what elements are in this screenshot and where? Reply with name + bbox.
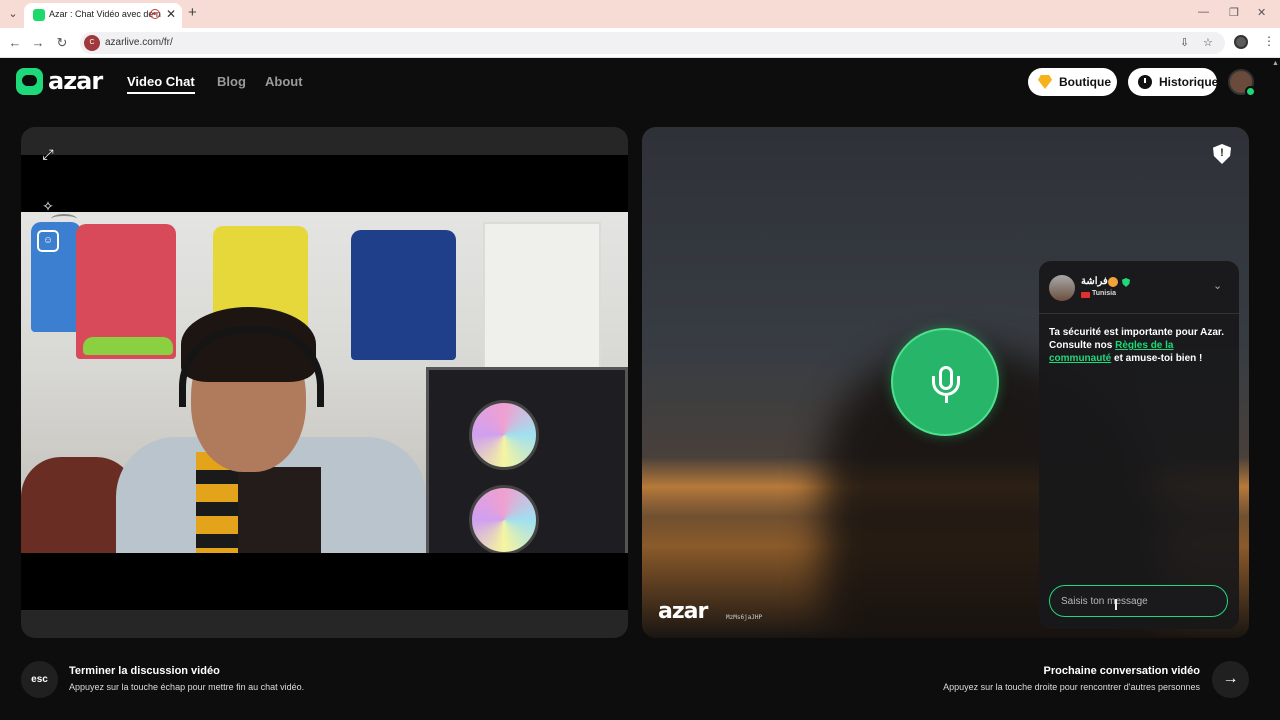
- microphone-icon-arc: [932, 376, 960, 396]
- system-message: Ta sécurité est importante pour Azar. Co…: [1049, 326, 1229, 365]
- page-scrollbar[interactable]: [1271, 58, 1280, 720]
- magic-wand-icon[interactable]: ✧: [37, 195, 59, 217]
- video-rgb-fan: [469, 485, 539, 553]
- video-person-tshirt: [236, 467, 321, 553]
- new-tab-plus-icon[interactable]: +: [188, 4, 197, 21]
- forward-icon[interactable]: →: [30, 35, 46, 50]
- azar-favicon-icon: [33, 9, 45, 21]
- microphone-icon-stem: [945, 396, 948, 403]
- azar-logo-text[interactable]: azar: [48, 67, 103, 95]
- clock-icon: [1138, 75, 1152, 89]
- local-video-feed: [21, 212, 628, 553]
- url-text: azarlive.com/fr/: [105, 37, 173, 48]
- boutique-label: Boutique: [1059, 75, 1111, 89]
- end-chat-title: Terminer la discussion vidéo: [69, 665, 220, 677]
- microphone-button[interactable]: [891, 328, 999, 436]
- emoji-icon: [1108, 277, 1118, 287]
- nav-blog[interactable]: Blog: [217, 74, 246, 89]
- chat-panel: فراشة Tunisia ⌄ Ta sécurité est importan…: [1039, 261, 1239, 629]
- partner-avatar[interactable]: [1049, 275, 1075, 301]
- browser-profile-icon[interactable]: [1234, 35, 1248, 49]
- nav-about[interactable]: About: [265, 74, 303, 89]
- historique-button[interactable]: Historique: [1128, 68, 1219, 96]
- reload-icon[interactable]: ↻: [54, 35, 70, 51]
- browser-menu-kebab-icon[interactable]: ⋮: [1263, 34, 1275, 48]
- verified-shield-icon: [1122, 278, 1130, 287]
- minimize-icon[interactable]: —: [1198, 6, 1209, 18]
- video-shirt-green-hem: [83, 337, 173, 355]
- tab-title: Azar : Chat Vidéo avec de n: [49, 9, 161, 19]
- local-video-panel: ⤢ ✧ ☺: [21, 127, 628, 638]
- video-pc-case: [426, 367, 628, 553]
- watermark-id: MzMs6jaJHP: [726, 614, 763, 621]
- address-bar-row: ← → ↻ C azarlive.com/fr/ ⇩ ☆: [0, 28, 1280, 58]
- recording-icon: [150, 9, 160, 19]
- azar-logo-icon[interactable]: [16, 68, 43, 95]
- end-chat-hint: Appuyez sur la touche échap pour mettre …: [69, 682, 305, 692]
- face-filter-icon[interactable]: ☺: [37, 230, 59, 252]
- back-icon[interactable]: ←: [7, 35, 23, 50]
- online-status-icon: [1245, 86, 1256, 97]
- video-rgb-fan: [469, 400, 539, 470]
- install-app-icon[interactable]: ⇩: [1180, 36, 1189, 49]
- esc-button[interactable]: esc: [21, 661, 58, 698]
- boutique-button[interactable]: Boutique: [1028, 68, 1117, 96]
- scroll-up-icon[interactable]: ▲: [1272, 60, 1279, 67]
- azar-watermark: azar: [658, 599, 708, 624]
- chat-divider: [1039, 313, 1239, 314]
- next-chat-hint: Appuyez sur la touche droite pour rencon…: [943, 682, 1200, 692]
- close-tab-icon[interactable]: ✕: [166, 7, 176, 21]
- chat-message-input[interactable]: [1049, 585, 1228, 617]
- system-message-suffix: et amuse-toi bien !: [1111, 353, 1203, 364]
- next-chat-title: Prochaine conversation vidéo: [1043, 665, 1201, 677]
- tunisia-flag-icon: [1081, 292, 1090, 298]
- url-field[interactable]: C azarlive.com/fr/ ⇩ ☆: [80, 32, 1225, 54]
- collapse-chevron-icon[interactable]: ⌄: [1213, 279, 1222, 292]
- video-shirt-navy: [351, 230, 456, 360]
- text-cursor-icon: [1115, 599, 1117, 610]
- partner-name: فراشة: [1081, 276, 1108, 287]
- remote-video-panel: ! azar MzMs6jaJHP فراشة Tunisia ⌄ Ta séc…: [642, 127, 1249, 638]
- user-avatar[interactable]: [1228, 69, 1256, 97]
- browser-tab-bar: ⌄ Azar : Chat Vidéo avec de n ✕ + — ❐ ✕: [0, 0, 1280, 28]
- report-shield-icon[interactable]: !: [1213, 144, 1231, 164]
- window-close-icon[interactable]: ✕: [1257, 6, 1266, 19]
- expand-icon[interactable]: ⤢: [37, 143, 59, 165]
- site-info-icon[interactable]: C: [84, 35, 100, 51]
- partner-country: Tunisia: [1092, 290, 1116, 297]
- next-arrow-button[interactable]: →: [1212, 661, 1249, 698]
- tab-list-chevron-icon[interactable]: ⌄: [6, 7, 20, 21]
- nav-video-chat[interactable]: Video Chat: [127, 74, 195, 94]
- historique-label: Historique: [1159, 75, 1219, 89]
- bookmark-star-icon[interactable]: ☆: [1203, 36, 1213, 49]
- restore-icon[interactable]: ❐: [1229, 6, 1239, 19]
- gem-icon: [1038, 75, 1052, 89]
- browser-tab[interactable]: Azar : Chat Vidéo avec de n ✕: [24, 3, 182, 28]
